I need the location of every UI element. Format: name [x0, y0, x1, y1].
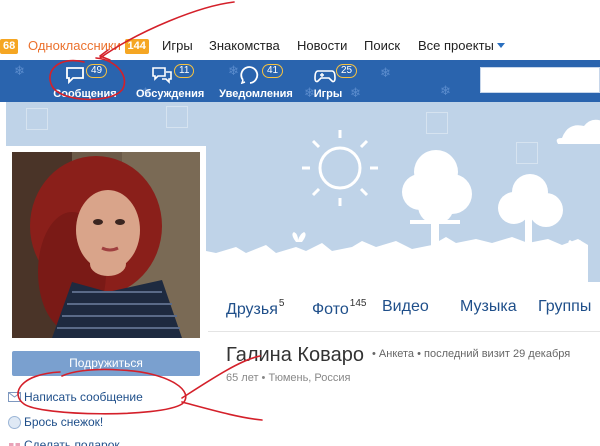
nav-news[interactable]: Новости: [297, 38, 347, 53]
discussions-label: Обсуждения: [136, 88, 205, 100]
top-navigation: 68 Одноклассники 144 Игры Знакомства Нов…: [0, 0, 600, 60]
notification-icon: [240, 66, 259, 84]
nav-all-projects[interactable]: Все проекты: [418, 38, 505, 53]
profile-meta: • Анкета • последний визит 29 декабря: [372, 348, 571, 360]
toolbar-discussions[interactable]: 11 Обсуждения: [136, 64, 205, 100]
search-input[interactable]: [480, 67, 600, 93]
snowflake-icon: ❄: [440, 83, 451, 98]
toolbar-messages[interactable]: 49 Сообщения: [52, 64, 118, 100]
notifications-count: 41: [262, 64, 284, 78]
toolbar-games[interactable]: 25 Игры: [306, 64, 358, 100]
chevron-down-icon: [496, 43, 505, 48]
profile-location: 65 лет • Тюмень, Россия: [226, 372, 351, 384]
avatar: [12, 152, 200, 338]
profile-name: Галина Коваро: [226, 344, 364, 366]
snowflake-icon: ❄: [380, 65, 391, 80]
tree-icon: [402, 150, 472, 256]
toolbar-notifications[interactable]: 41 Уведомления: [218, 64, 294, 100]
gamepad-icon: [314, 70, 336, 83]
butterfly-icon: [292, 232, 306, 242]
games-count: 25: [336, 64, 358, 78]
snowball-icon: [8, 416, 21, 432]
messages-count: 49: [86, 64, 108, 78]
discussion-icon: [152, 67, 172, 84]
tab-music[interactable]: Музыка: [460, 298, 517, 316]
brand-link[interactable]: Одноклассники 144: [28, 38, 149, 54]
send-gift-link[interactable]: Сделать подарок: [9, 438, 120, 446]
left-counter[interactable]: 68: [0, 38, 19, 54]
tab-friends[interactable]: Друзья5: [226, 298, 284, 319]
profile-tabs: Друзья5 Фото145 Видео Музыка Группы: [208, 282, 600, 332]
discussions-count: 11: [174, 64, 195, 78]
profile-photo[interactable]: [12, 152, 200, 338]
tab-photos[interactable]: Фото145: [312, 298, 366, 319]
nav-search[interactable]: Поиск: [364, 38, 400, 53]
messages-label: Сообщения: [53, 88, 117, 100]
cloud-icon: [556, 119, 600, 144]
nav-dating[interactable]: Знакомства: [209, 38, 280, 53]
nav-games[interactable]: Игры: [162, 38, 193, 53]
brand-badge: 144: [124, 39, 149, 54]
gift-icon: [8, 439, 21, 446]
add-friend-button[interactable]: Подружиться: [12, 351, 200, 376]
throw-snowball-link[interactable]: Брось снежок!: [8, 415, 103, 429]
snowflake-icon: ❄: [350, 85, 361, 100]
write-message-link[interactable]: Написать сообщение: [8, 390, 143, 404]
tab-video[interactable]: Видео: [382, 298, 429, 316]
notifications-label: Уведомления: [219, 88, 293, 100]
sun-icon: [302, 130, 378, 206]
snowflake-icon: ❄: [14, 63, 25, 78]
envelope-icon: [8, 391, 21, 405]
tab-groups[interactable]: Группы: [538, 298, 591, 316]
games-label: Игры: [313, 88, 343, 100]
speech-bubble-icon: [66, 67, 84, 84]
